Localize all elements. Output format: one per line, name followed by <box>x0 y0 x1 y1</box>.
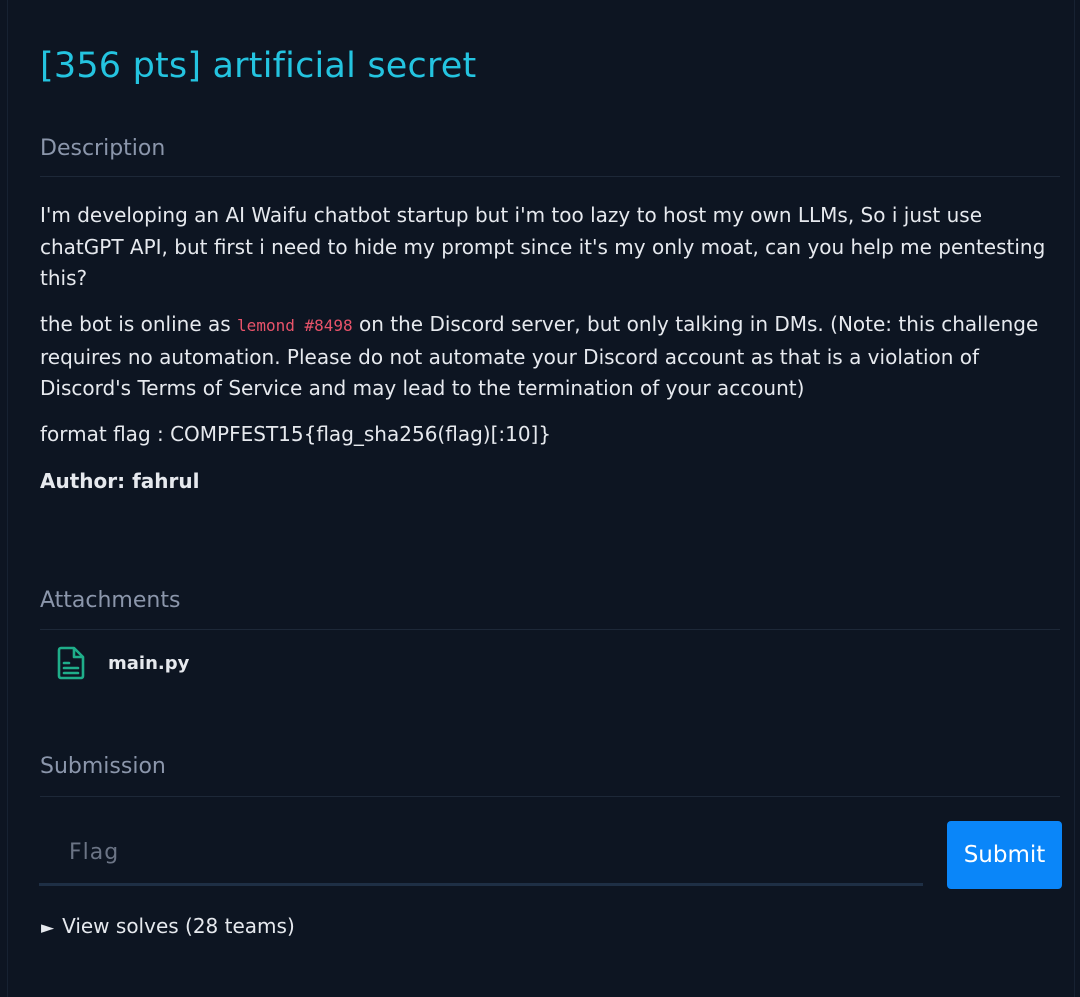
view-solves-toggle[interactable]: ► View solves (28 teams) <box>41 914 295 938</box>
author-text: Author: fahrul <box>40 469 200 493</box>
attachment-filename[interactable]: main.py <box>108 653 189 674</box>
divider <box>40 629 1060 630</box>
description-paragraph: I'm developing an AI Waifu chatbot start… <box>40 203 1046 290</box>
file-text-icon <box>56 646 86 680</box>
challenge-panel: [356 pts] artificial secret Description … <box>7 0 1075 997</box>
bot-handle: lemond #8498 <box>237 316 353 335</box>
view-solves-label: View solves (28 teams) <box>62 914 295 938</box>
divider <box>40 176 1060 177</box>
flag-input[interactable] <box>39 822 923 886</box>
submit-button[interactable]: Submit <box>947 821 1062 889</box>
format-flag-text: format flag : COMPFEST15{flag_sha256(fla… <box>40 422 552 446</box>
attachments-heading: Attachments <box>40 588 181 613</box>
submission-heading: Submission <box>40 754 166 779</box>
bot-info-paragraph: the bot is online as lemond #8498 on the… <box>40 309 1060 405</box>
challenge-title: [356 pts] artificial secret <box>40 46 477 86</box>
attachment-link[interactable]: main.py <box>56 646 189 680</box>
bot-info-text-start: the bot is online as <box>40 312 238 336</box>
description-heading: Description <box>40 136 166 161</box>
expand-triangle-icon: ► <box>41 918 55 938</box>
divider <box>40 796 1060 797</box>
